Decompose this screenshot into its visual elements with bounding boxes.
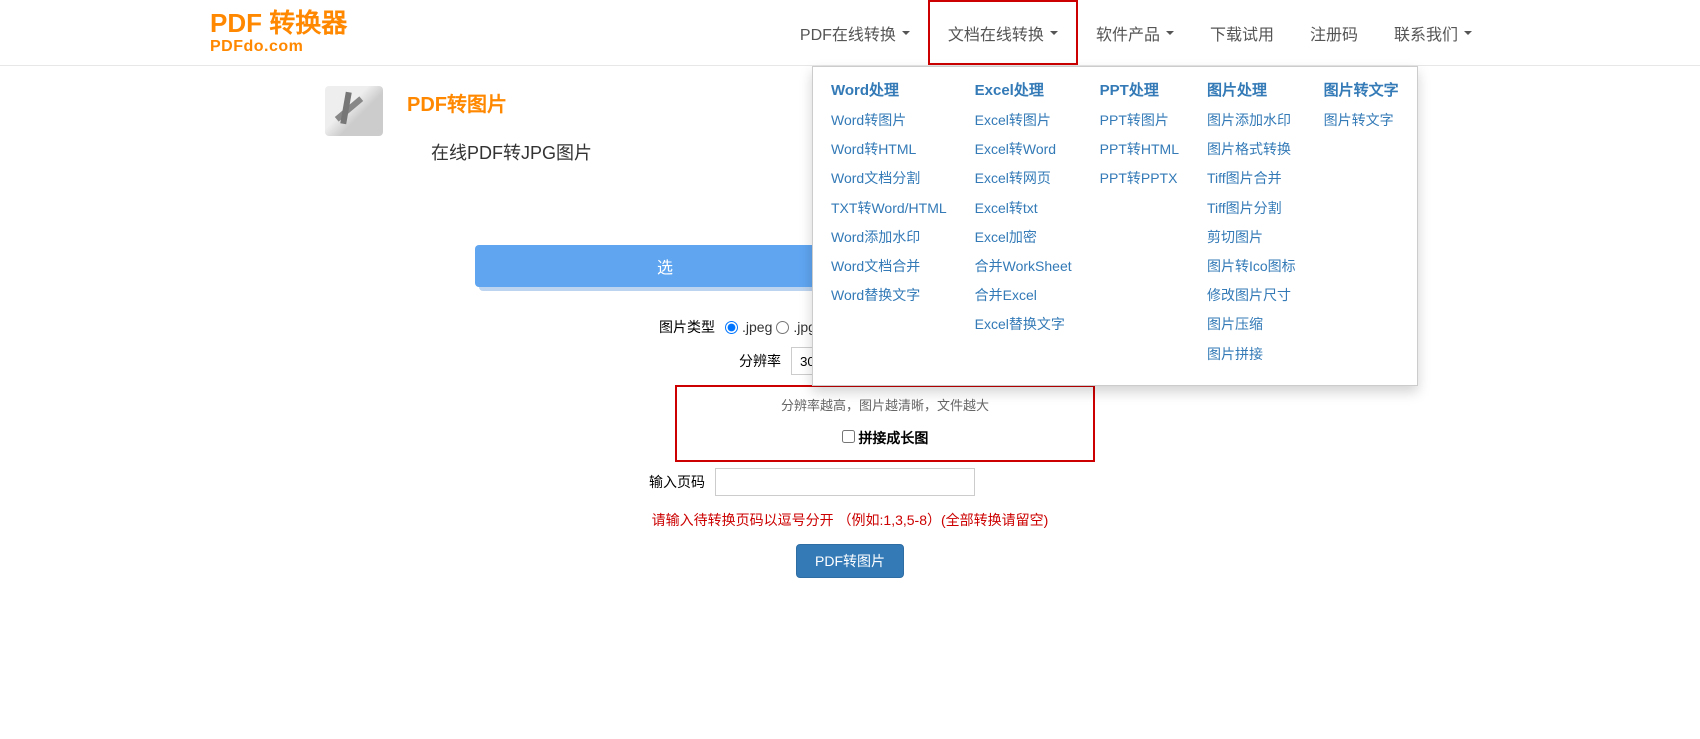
submit-button[interactable]: PDF转图片 bbox=[796, 544, 904, 578]
image-type-label: 图片类型 bbox=[325, 317, 725, 337]
mega-header: Word处理 bbox=[831, 79, 947, 100]
chevron-down-icon bbox=[1166, 31, 1174, 35]
page-subtitle: 在线PDF转JPG图片 bbox=[431, 139, 592, 165]
stitch-label: 拼接成长图 bbox=[858, 430, 928, 446]
nav-item-doc-online[interactable]: 文档在线转换 bbox=[928, 0, 1078, 65]
nav-label: 软件产品 bbox=[1096, 21, 1160, 45]
mega-item[interactable]: Word文档分割 bbox=[831, 166, 947, 191]
radio-jpeg-label: .jpeg bbox=[742, 319, 772, 335]
mega-item[interactable]: 合并Excel bbox=[975, 283, 1072, 308]
tool-icon bbox=[325, 86, 383, 136]
mega-header: PPT处理 bbox=[1100, 79, 1179, 100]
mega-col: 图片处理图片添加水印图片格式转换 Tiff图片合并 Tiff图片分割剪切图片图片转I… bbox=[1207, 79, 1296, 367]
resolution-hint: 分辨率越高，图片越清晰，文件越大 bbox=[677, 395, 1093, 414]
mega-item[interactable]: Word转图片 bbox=[831, 108, 947, 133]
nav-label: PDF在线转换 bbox=[800, 21, 896, 45]
mega-item[interactable]: 图片转Ico图标 bbox=[1207, 254, 1296, 279]
page-number-input[interactable] bbox=[715, 468, 975, 496]
nav-label: 下载试用 bbox=[1210, 21, 1274, 45]
mega-item[interactable]: PPT转PPTX bbox=[1100, 166, 1179, 191]
mega-item[interactable]: TXT转Word/HTML bbox=[831, 196, 947, 221]
mega-header: Excel处理 bbox=[975, 79, 1072, 100]
mega-col: Excel处理 Excel转图片 Excel转Word Excel转网页 Excel转t… bbox=[975, 79, 1072, 367]
mega-item[interactable]: Excel加密 bbox=[975, 225, 1072, 250]
logo-sub: PDFdo.com bbox=[210, 38, 303, 56]
mega-item[interactable]: Word添加水印 bbox=[831, 225, 947, 250]
nav-label: 文档在线转换 bbox=[948, 21, 1044, 45]
radio-jpeg[interactable] bbox=[725, 321, 738, 334]
mega-item[interactable]: 图片压缩 bbox=[1207, 312, 1296, 337]
nav-item-contact[interactable]: 联系我们 bbox=[1376, 0, 1490, 65]
nav-label: 联系我们 bbox=[1394, 21, 1458, 45]
mega-item[interactable]: Word转HTML bbox=[831, 137, 947, 162]
mega-item[interactable]: Excel转图片 bbox=[975, 108, 1072, 133]
mega-menu: Word处理 Word转图片 Word转HTML Word文档分割 TXT转Word/H… bbox=[812, 66, 1418, 386]
mega-item[interactable]: Tiff图片合并 bbox=[1207, 166, 1296, 191]
navbar: PDF 转换器 PDFdo.com PDF在线转换 文档在线转换 软件产品 下载… bbox=[0, 0, 1700, 66]
mega-header: 图片转文字 bbox=[1324, 79, 1399, 100]
page-input-label: 输入页码 bbox=[325, 472, 715, 492]
mega-item[interactable]: PPT转HTML bbox=[1100, 137, 1179, 162]
mega-item[interactable]: 图片格式转换 bbox=[1207, 137, 1296, 162]
logo[interactable]: PDF 转换器 PDFdo.com bbox=[210, 9, 347, 56]
mega-item[interactable]: Excel转Word bbox=[975, 137, 1072, 162]
logo-main: PDF 转换器 bbox=[210, 9, 347, 38]
mega-item[interactable]: 图片添加水印 bbox=[1207, 108, 1296, 133]
chevron-down-icon bbox=[902, 31, 910, 35]
mega-item[interactable]: 图片转文字 bbox=[1324, 108, 1399, 133]
mega-item[interactable]: Tiff图片分割 bbox=[1207, 196, 1296, 221]
highlight-box: 分辨率越高，图片越清晰，文件越大 拼接成长图 bbox=[675, 385, 1095, 462]
nav-item-pdf-online[interactable]: PDF在线转换 bbox=[782, 0, 928, 65]
nav-label: 注册码 bbox=[1310, 21, 1358, 45]
upload-button[interactable]: 选 bbox=[475, 245, 855, 287]
mega-header: 图片处理 bbox=[1207, 79, 1296, 100]
radio-jpg[interactable] bbox=[776, 321, 789, 334]
stitch-checkbox[interactable] bbox=[842, 430, 855, 443]
mega-item[interactable]: Word替换文字 bbox=[831, 283, 947, 308]
nav-item-download[interactable]: 下载试用 bbox=[1192, 0, 1292, 65]
mega-col: Word处理 Word转图片 Word转HTML Word文档分割 TXT转Word/H… bbox=[831, 79, 947, 367]
nav-container: PDF 转换器 PDFdo.com PDF在线转换 文档在线转换 软件产品 下载… bbox=[210, 0, 1490, 65]
mega-col: 图片转文字图片转文字 bbox=[1324, 79, 1399, 367]
mega-item[interactable]: 修改图片尺寸 bbox=[1207, 283, 1296, 308]
mega-col: PPT处理 PPT转图片 PPT转HTML PPT转PPTX bbox=[1100, 79, 1179, 367]
mega-item[interactable]: 合并WorkSheet bbox=[975, 254, 1072, 279]
mega-item[interactable]: PPT转图片 bbox=[1100, 108, 1179, 133]
stitch-row: 拼接成长图 bbox=[677, 428, 1093, 448]
resolution-label: 分辨率 bbox=[325, 351, 791, 371]
mega-item[interactable]: Word文档合并 bbox=[831, 254, 947, 279]
chevron-down-icon bbox=[1050, 31, 1058, 35]
mega-item[interactable]: Excel替换文字 bbox=[975, 312, 1072, 337]
nav-menu: PDF在线转换 文档在线转换 软件产品 下载试用 注册码 联系我们 bbox=[782, 0, 1490, 65]
mega-item[interactable]: Excel转网页 bbox=[975, 166, 1072, 191]
chevron-down-icon bbox=[1464, 31, 1472, 35]
nav-item-register[interactable]: 注册码 bbox=[1292, 0, 1376, 65]
mega-item[interactable]: 图片拼接 bbox=[1207, 342, 1296, 367]
page-hint: 请输入待转换页码以逗号分开 （例如:1,3,5-8）(全部转换请留空) bbox=[325, 510, 1375, 530]
page-title: PDF转图片 bbox=[407, 88, 592, 117]
mega-item[interactable]: Excel转txt bbox=[975, 196, 1072, 221]
page-input-row: 输入页码 bbox=[325, 468, 1375, 496]
nav-item-software[interactable]: 软件产品 bbox=[1078, 0, 1192, 65]
mega-item[interactable]: 剪切图片 bbox=[1207, 225, 1296, 250]
